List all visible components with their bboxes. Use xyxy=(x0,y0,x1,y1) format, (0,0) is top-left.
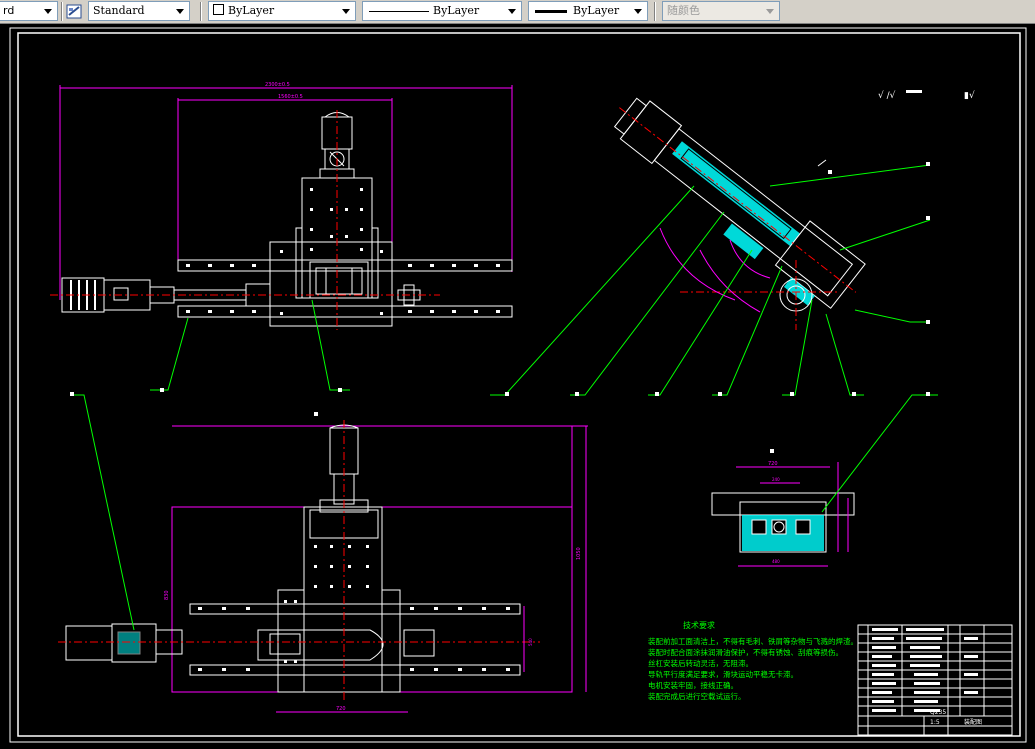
toolbar-separator xyxy=(61,2,63,21)
tech-req-line: 装配完成后进行空载试运行。 xyxy=(648,691,746,701)
section-view: 720 240 480 xyxy=(711,392,938,567)
dim-style-dropdown[interactable]: Standard xyxy=(88,1,190,21)
chevron-down-icon[interactable] xyxy=(173,2,187,20)
surface-finish-mark: √ ∕√ xyxy=(878,90,896,101)
tech-req-title: 技术要求 xyxy=(683,620,715,630)
lineweight-dropdown[interactable]: ByLayer xyxy=(528,1,648,21)
linetype-sample-icon xyxy=(369,11,429,12)
lower-rail xyxy=(177,305,513,318)
text-style-value: rd xyxy=(3,4,15,17)
leader-2 xyxy=(311,299,350,391)
chevron-down-icon[interactable] xyxy=(631,2,645,20)
dimension-style-icon[interactable] xyxy=(66,2,84,20)
color-value: ByLayer xyxy=(228,4,275,17)
outer-frame xyxy=(9,27,1027,743)
dim-bottom-right: 540 xyxy=(528,638,533,646)
front-view: 1050 830 720 540 xyxy=(58,392,588,713)
side-view: √ ∕√ ▮√ xyxy=(490,90,975,396)
drawing-canvas[interactable]: 2300±0.5 1560±0.5 √ ∕√ ▮√ 720 240 480 10… xyxy=(0,24,1035,745)
dim-overall-top: 2300±0.5 xyxy=(265,82,290,88)
linetype-dropdown[interactable]: ByLayer xyxy=(362,1,522,21)
dim-style-value: Standard xyxy=(93,4,145,17)
chevron-down-icon[interactable] xyxy=(763,2,777,20)
text-style-dropdown[interactable]: rd xyxy=(0,1,58,21)
chevron-down-icon[interactable] xyxy=(339,2,353,20)
dim-section-bottom: 480 xyxy=(772,559,780,564)
leader-1 xyxy=(150,317,189,391)
bottom-dim-box xyxy=(171,506,573,693)
tech-req-line: 电机安装牢固，接线正确。 xyxy=(648,680,738,690)
title-block: Q235 1:5 装配图 xyxy=(857,624,1013,736)
dim-bottom-height: 1050 xyxy=(576,547,582,560)
lineweight-sample-icon xyxy=(535,10,567,13)
surface-finish-mark: ▮√ xyxy=(964,90,975,101)
title-block-scale: 1:5 xyxy=(930,719,940,726)
technical-requirements: 技术要求 装配前加工面清洁上，不得有毛刺、铁屑等杂物与飞溅的焊渣。 装配时配合面… xyxy=(648,620,858,701)
inner-frame xyxy=(17,32,1021,737)
dim-bottom-width: 720 xyxy=(336,706,346,712)
plot-style-dropdown[interactable]: 随颜色 xyxy=(662,1,780,21)
lineweight-value: ByLayer xyxy=(573,4,620,17)
cad-drawing: 2300±0.5 1560±0.5 √ ∕√ ▮√ 720 240 480 10… xyxy=(9,27,1027,743)
dim-section-width: 720 xyxy=(768,461,778,467)
chevron-down-icon[interactable] xyxy=(41,2,55,20)
dim-inner-top: 1560±0.5 xyxy=(278,94,303,100)
toolbar-separator xyxy=(200,2,202,21)
chevron-down-icon[interactable] xyxy=(505,2,519,20)
toolbar-separator xyxy=(654,2,656,21)
color-swatch-icon xyxy=(213,4,224,15)
color-dropdown[interactable]: ByLayer xyxy=(208,1,356,21)
tech-req-line: 装配时配合面涂抹润滑油保护，不得有锈蚀、刮痕等损伤。 xyxy=(648,647,843,657)
top-view: 2300±0.5 1560±0.5 xyxy=(50,82,513,392)
dim-section-inner: 240 xyxy=(772,477,780,482)
title-block-material: Q235 xyxy=(930,709,946,716)
tech-req-line: 导轨平行度满足要求，滑块运动平稳无卡滞。 xyxy=(648,669,798,679)
properties-toolbar: rd Standard ByLayer ByLayer ByLayer 随颜色 xyxy=(0,0,1035,24)
dim-left-height: 830 xyxy=(164,590,170,600)
linetype-value: ByLayer xyxy=(433,4,480,17)
title-block-name: 装配图 xyxy=(964,718,982,726)
carriage-plate xyxy=(269,241,393,327)
tech-req-line: 装配前加工面清洁上，不得有毛刺、铁屑等杂物与飞溅的焊渣。 xyxy=(648,636,858,646)
plot-style-value: 随颜色 xyxy=(667,4,700,17)
tech-req-line: 丝杠安装后转动灵活，无阻滞。 xyxy=(648,658,753,668)
